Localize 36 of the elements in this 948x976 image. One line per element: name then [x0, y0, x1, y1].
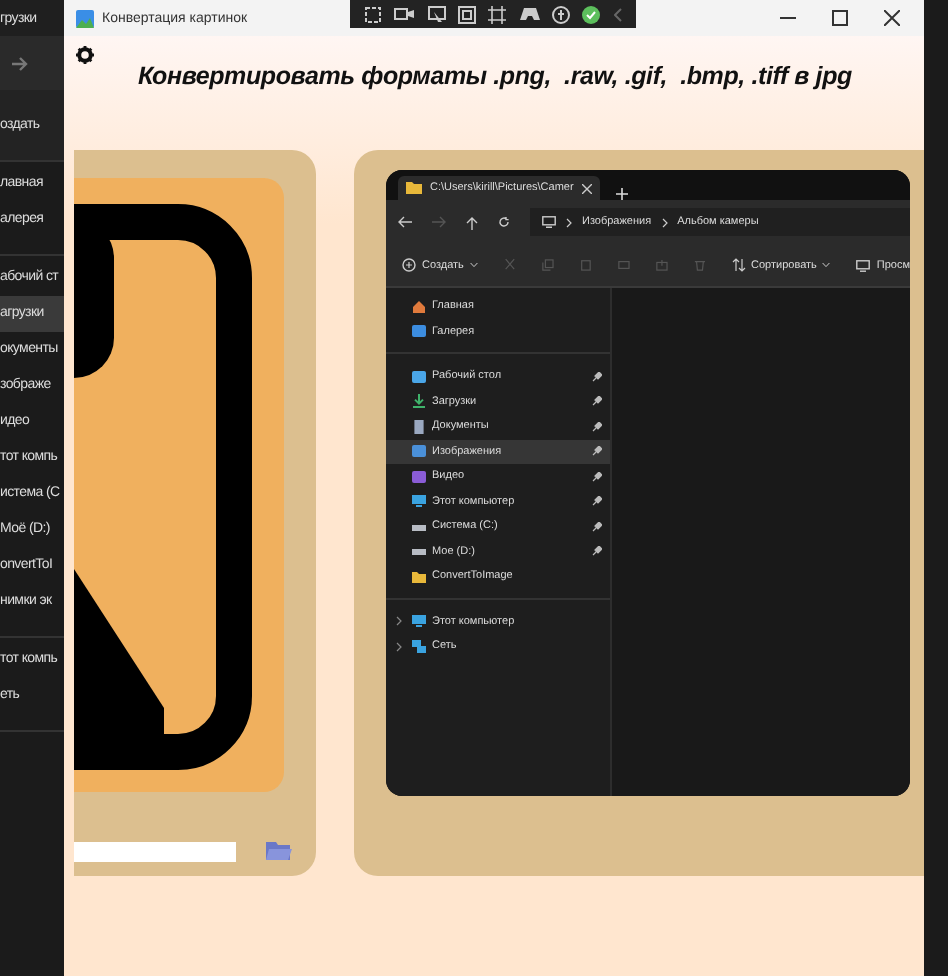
chevron-icon — [566, 217, 572, 227]
region-icon[interactable] — [488, 5, 507, 23]
app-icon — [76, 9, 94, 27]
chevron-icon[interactable] — [613, 7, 622, 21]
video-camera-icon[interactable] — [394, 6, 415, 22]
up-arrow-icon[interactable] — [466, 215, 478, 229]
pointer-icon[interactable] — [427, 5, 446, 23]
refresh-icon[interactable] — [498, 216, 510, 228]
caret-icon — [469, 262, 478, 268]
plus-circle-icon — [402, 258, 416, 272]
download-icon — [412, 394, 426, 409]
accessibility-icon[interactable] — [552, 5, 571, 23]
chevron-icon — [661, 217, 668, 227]
forward-arrow-icon[interactable] — [10, 53, 30, 73]
close-icon[interactable] — [884, 10, 900, 26]
settings-icon[interactable] — [76, 46, 94, 64]
file-path-field[interactable] — [74, 841, 236, 861]
sort-arrows-icon — [731, 258, 746, 272]
back-arrow-icon[interactable] — [398, 216, 412, 228]
monitor-icon — [412, 494, 426, 509]
folder-icon — [406, 182, 422, 194]
chevron-icon[interactable] — [396, 641, 402, 652]
check-icon[interactable] — [582, 5, 601, 23]
document-icon — [412, 419, 426, 434]
monitor-icon — [412, 614, 426, 629]
chevron-icon[interactable] — [396, 616, 402, 627]
heading: Конвертировать форматы .png, .raw, .gif, .bmp, .tiff в jpg — [136, 62, 854, 90]
screenshot-icon[interactable] — [364, 5, 383, 23]
folder-icon — [412, 569, 426, 584]
monitor-icon — [542, 216, 556, 228]
home-icon — [412, 299, 426, 314]
caret-icon — [822, 262, 831, 268]
window-icon[interactable] — [458, 5, 477, 23]
plus-icon[interactable] — [615, 188, 628, 200]
monitor-icon — [856, 259, 871, 271]
maximize-icon[interactable] — [832, 10, 848, 26]
